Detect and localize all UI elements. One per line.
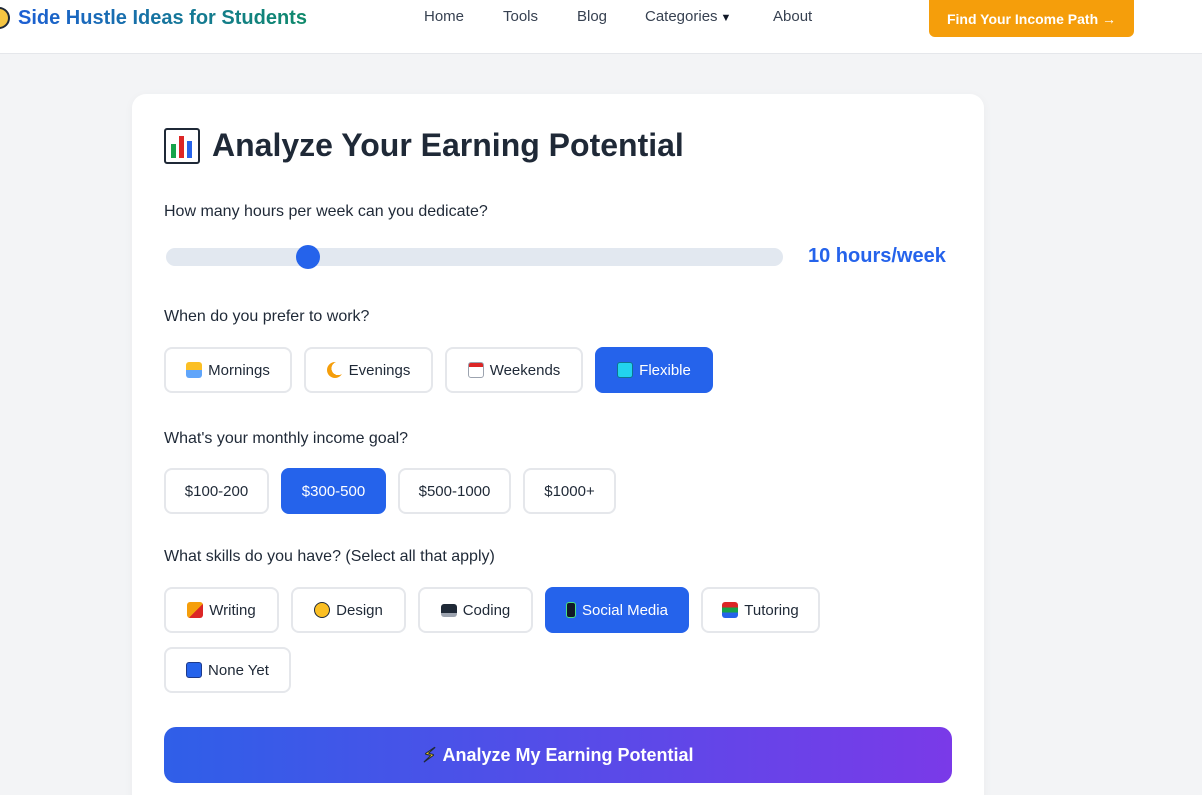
writing-hand-icon xyxy=(187,602,204,618)
option-evenings[interactable]: Evenings xyxy=(304,347,433,393)
time-question: When do you prefer to work? xyxy=(164,308,370,325)
option-income-500-1000[interactable]: $500-1000 xyxy=(398,468,511,514)
hours-slider[interactable] xyxy=(166,245,783,269)
option-flexible[interactable]: Flexible xyxy=(595,347,713,393)
nav-categories-label: Categories xyxy=(645,8,718,25)
page-title: Analyze Your Earning Potential xyxy=(212,127,684,163)
option-label: Mornings xyxy=(208,361,270,379)
option-label: Social Media xyxy=(582,601,668,619)
hours-slider-thumb[interactable] xyxy=(296,245,320,269)
bar-chart-icon xyxy=(164,127,200,164)
option-label: $100-200 xyxy=(184,482,249,500)
option-label: Tutoring xyxy=(744,601,799,619)
hours-value: 10 hours/week xyxy=(808,245,946,267)
option-label: Coding xyxy=(462,601,511,619)
hours-question: How many hours per week can you dedicate… xyxy=(164,203,488,220)
phone-icon xyxy=(566,602,577,618)
option-income-100-200[interactable]: $100-200 xyxy=(164,468,269,514)
option-label: Writing xyxy=(209,601,256,619)
option-none-yet[interactable]: None Yet xyxy=(164,647,291,693)
brand-title: Side Hustle Ideas for Students xyxy=(18,6,307,29)
option-label: None Yet xyxy=(208,661,269,679)
option-label: Flexible xyxy=(639,361,691,379)
option-weekends[interactable]: Weekends xyxy=(445,347,583,393)
nav-about[interactable]: About xyxy=(773,8,812,25)
nav-tools[interactable]: Tools xyxy=(503,8,538,25)
option-social-media[interactable]: Social Media xyxy=(545,587,689,633)
analyzer-heading: Analyze Your Earning Potential xyxy=(164,127,684,164)
option-writing[interactable]: Writing xyxy=(164,587,279,633)
option-label: $300-500 xyxy=(301,482,366,500)
option-label: Evenings xyxy=(348,361,411,379)
income-question: What's your monthly income goal? xyxy=(164,430,409,447)
money-bag-icon xyxy=(0,7,10,29)
option-income-1000-plus[interactable]: $1000+ xyxy=(523,468,616,514)
skills-question: What skills do you have? (Select all tha… xyxy=(164,548,495,565)
option-label: $500-1000 xyxy=(418,482,491,500)
analyze-button[interactable]: ⚡ Analyze My Earning Potential xyxy=(164,727,952,783)
site-header: Side Hustle Ideas for Students Home Tool… xyxy=(0,0,1202,54)
sunrise-icon xyxy=(186,362,203,378)
option-label: Design xyxy=(336,601,383,619)
option-tutoring[interactable]: Tutoring xyxy=(701,587,820,633)
laptop-icon xyxy=(440,603,457,617)
books-icon xyxy=(722,602,739,618)
caret-down-icon: ▼ xyxy=(720,12,732,24)
option-income-300-500[interactable]: $300-500 xyxy=(281,468,386,514)
analyzer-card: Analyze Your Earning Potential How many … xyxy=(132,94,984,795)
palette-icon xyxy=(314,602,331,618)
brand[interactable]: Side Hustle Ideas for Students xyxy=(0,4,307,32)
option-coding[interactable]: Coding xyxy=(418,587,533,633)
nav-blog[interactable]: Blog xyxy=(577,8,607,25)
nav-categories[interactable]: Categories ▼ xyxy=(645,8,731,25)
option-label: $1000+ xyxy=(544,482,595,500)
lightning-icon: ⚡ xyxy=(422,744,437,767)
analyze-button-label: Analyze My Earning Potential xyxy=(442,744,694,765)
option-design[interactable]: Design xyxy=(291,587,406,633)
option-mornings[interactable]: Mornings xyxy=(164,347,292,393)
new-icon xyxy=(186,662,203,678)
repeat-icon xyxy=(617,362,634,378)
moon-icon xyxy=(326,362,343,378)
nav-home[interactable]: Home xyxy=(424,8,464,25)
calendar-icon xyxy=(467,362,484,378)
option-label: Weekends xyxy=(489,361,561,379)
find-income-path-button[interactable]: Find Your Income Path → xyxy=(929,0,1134,37)
